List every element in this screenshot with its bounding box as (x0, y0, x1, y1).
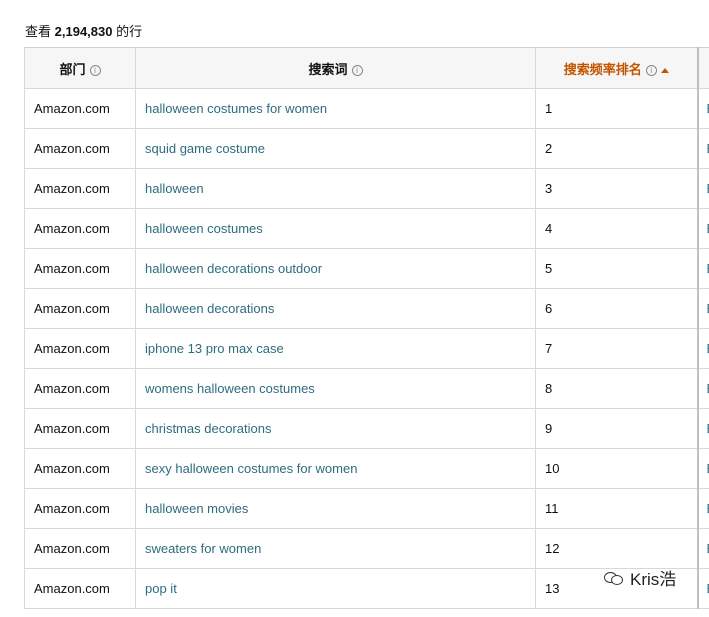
table-row: Amazon.comiphone 13 pro max case7E (25, 329, 709, 369)
watermark: Kris浩 (604, 565, 676, 590)
watermark-text: Kris浩 (630, 565, 676, 590)
cell-search-term-link[interactable]: halloween costumes (136, 209, 536, 249)
cell-search-term-link[interactable]: halloween costumes for women (136, 89, 536, 129)
table-row: Amazon.comhalloween3E (25, 169, 709, 209)
cell-search-term-link[interactable]: halloween movies (136, 489, 536, 529)
cell-search-term-link[interactable]: pop it (136, 569, 536, 609)
cell-department: Amazon.com (25, 289, 136, 329)
table-header-row: 部门 i 搜索词 i 搜索频率排名 i (25, 48, 709, 89)
cell-department: Amazon.com (25, 489, 136, 529)
cell-search-frequency-rank: 2 (536, 129, 698, 169)
cell-next-column[interactable]: E (698, 289, 709, 329)
column-header-next (698, 48, 709, 89)
row-count-summary: 查看 2,194,830 的行 (25, 21, 142, 40)
cell-search-frequency-rank: 8 (536, 369, 698, 409)
table-row: Amazon.comhalloween decorations outdoor5… (25, 249, 709, 289)
cell-search-term-link[interactable]: squid game costume (136, 129, 536, 169)
summary-count: 2,194,830 (55, 24, 113, 39)
cell-next-column[interactable]: E (698, 449, 709, 489)
cell-next-column[interactable]: E (698, 169, 709, 209)
cell-search-frequency-rank: 11 (536, 489, 698, 529)
search-terms-table-container: 部门i 搜索词i 搜索频率排名i Amazon.comhalloween cos… (24, 47, 709, 617)
cell-department: Amazon.com (25, 369, 136, 409)
column-header-label: 部门 (59, 62, 85, 77)
cell-department: Amazon.com (25, 449, 136, 489)
cell-department: Amazon.com (25, 89, 136, 129)
cell-search-frequency-rank: 7 (536, 329, 698, 369)
info-icon[interactable]: i (646, 65, 657, 76)
table-row: Amazon.comhalloween movies11E (25, 489, 709, 529)
column-header-search-frequency-rank[interactable]: 搜索频率排名 i (536, 48, 698, 89)
cell-department: Amazon.com (25, 129, 136, 169)
cell-search-term-link[interactable]: christmas decorations (136, 409, 536, 449)
table-row: Amazon.comhalloween costumes for women1E (25, 89, 709, 129)
cell-next-column[interactable]: E (698, 569, 709, 609)
cell-search-frequency-rank: 3 (536, 169, 698, 209)
table-body: Amazon.comhalloween costumes for women1E… (25, 89, 709, 609)
cell-search-frequency-rank: 1 (536, 89, 698, 129)
cell-department: Amazon.com (25, 249, 136, 289)
cell-search-term-link[interactable]: halloween decorations (136, 289, 536, 329)
table-row: Amazon.comwomens halloween costumes8E (25, 369, 709, 409)
cell-next-column[interactable]: E (698, 529, 709, 569)
search-terms-table: 部门i 搜索词i 搜索频率排名i Amazon.comhalloween cos… (24, 47, 709, 609)
cell-department: Amazon.com (25, 329, 136, 369)
table-row: Amazon.comhalloween costumes4E (25, 209, 709, 249)
cell-next-column[interactable]: E (698, 409, 709, 449)
cell-next-column[interactable]: E (698, 489, 709, 529)
summary-suffix: 的行 (116, 24, 142, 39)
info-icon[interactable]: i (90, 65, 101, 76)
cell-department: Amazon.com (25, 209, 136, 249)
cell-department: Amazon.com (25, 569, 136, 609)
cell-next-column[interactable]: E (698, 249, 709, 289)
cell-next-column[interactable]: E (698, 89, 709, 129)
column-header-search-term[interactable]: 搜索词 i (136, 48, 536, 89)
table-row: Amazon.comhalloween decorations6E (25, 289, 709, 329)
cell-next-column[interactable]: E (698, 329, 709, 369)
cell-search-term-link[interactable]: iphone 13 pro max case (136, 329, 536, 369)
cell-search-frequency-rank: 9 (536, 409, 698, 449)
column-header-label: 搜索频率排名 (564, 62, 642, 77)
column-header-label: 搜索词 (308, 62, 347, 77)
cell-department: Amazon.com (25, 409, 136, 449)
cell-search-frequency-rank: 4 (536, 209, 698, 249)
cell-search-frequency-rank: 6 (536, 289, 698, 329)
cell-search-term-link[interactable]: sexy halloween costumes for women (136, 449, 536, 489)
table-row: Amazon.comsweaters for women12E (25, 529, 709, 569)
info-icon[interactable]: i (352, 65, 363, 76)
column-header-department[interactable]: 部门 i (25, 48, 136, 89)
table-row: Amazon.comsquid game costume2E (25, 129, 709, 169)
cell-search-term-link[interactable]: sweaters for women (136, 529, 536, 569)
cell-search-frequency-rank: 12 (536, 529, 698, 569)
cell-next-column[interactable]: E (698, 129, 709, 169)
cell-search-frequency-rank: 5 (536, 249, 698, 289)
sort-ascending-icon[interactable] (661, 68, 669, 73)
cell-search-frequency-rank: 10 (536, 449, 698, 489)
cell-next-column[interactable]: E (698, 369, 709, 409)
wechat-icon (604, 571, 624, 585)
table-row: Amazon.comsexy halloween costumes for wo… (25, 449, 709, 489)
cell-search-term-link[interactable]: halloween (136, 169, 536, 209)
cell-next-column[interactable]: E (698, 209, 709, 249)
summary-prefix: 查看 (25, 24, 51, 39)
table-row: Amazon.comchristmas decorations9E (25, 409, 709, 449)
cell-department: Amazon.com (25, 169, 136, 209)
cell-search-term-link[interactable]: halloween decorations outdoor (136, 249, 536, 289)
cell-department: Amazon.com (25, 529, 136, 569)
cell-search-term-link[interactable]: womens halloween costumes (136, 369, 536, 409)
